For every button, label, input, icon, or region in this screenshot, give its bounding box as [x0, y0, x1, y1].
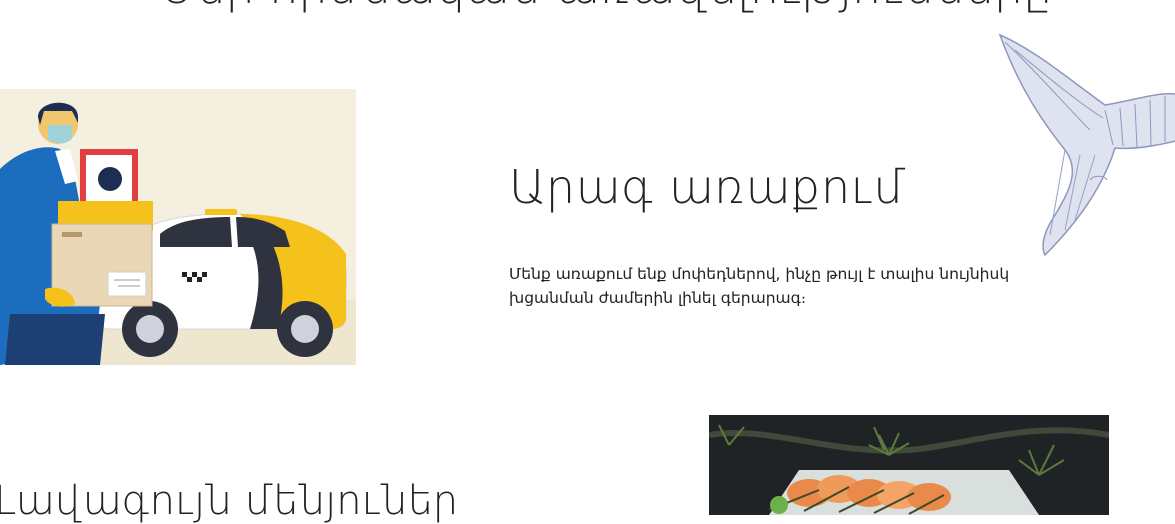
fish-decoration-icon	[995, 30, 1175, 260]
sushi-photo	[709, 415, 1109, 515]
delivery-illustration	[0, 89, 356, 365]
section-heading-top: Մեր հիմնական առավելությունները	[160, 0, 1052, 14]
menu-section-heading: Լավագույն մենյուներ	[0, 478, 459, 524]
fast-delivery-title: Արագ առաքում	[509, 160, 907, 214]
fast-delivery-description: Մենք առաքում ենք մոփեդներով, ինչը թույլ …	[509, 265, 1010, 307]
